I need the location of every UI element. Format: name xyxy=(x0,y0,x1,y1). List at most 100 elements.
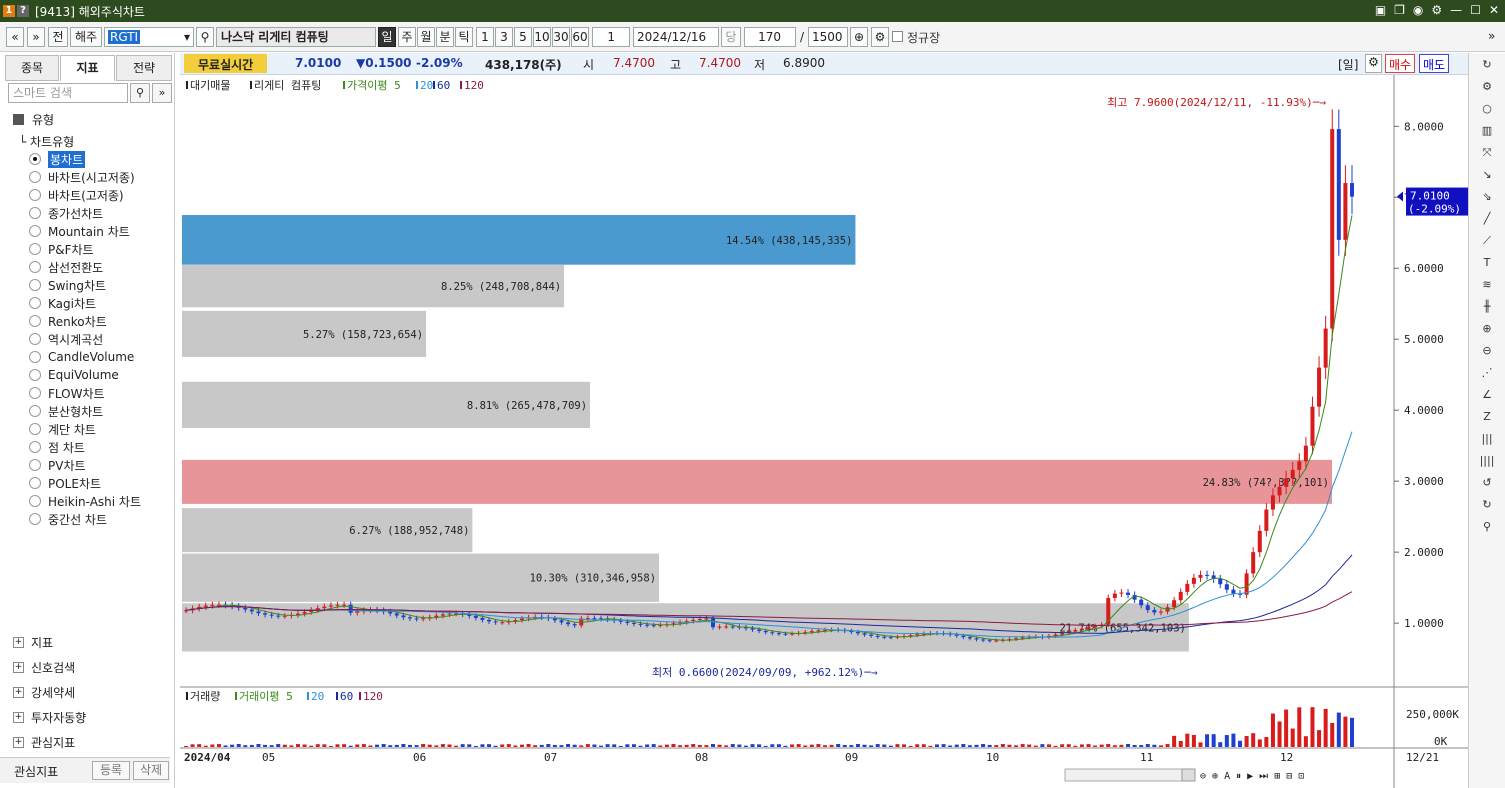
gear-icon[interactable]: ⚙ xyxy=(1431,3,1442,17)
radio-icon[interactable] xyxy=(29,459,41,471)
group-favorite-indicators[interactable]: + 관심지표 xyxy=(13,734,75,751)
zoom-out-icon[interactable]: ⊖ xyxy=(1476,341,1498,361)
angle-icon[interactable]: ∠ xyxy=(1476,385,1498,405)
more-icon[interactable]: » xyxy=(1488,29,1495,43)
line-icon[interactable]: ╱ xyxy=(1476,209,1498,229)
plus-icon[interactable]: + xyxy=(13,662,24,673)
radio-icon[interactable] xyxy=(29,477,41,489)
minimize-icon[interactable]: — xyxy=(1450,3,1462,17)
refresh-icon[interactable]: ↻ xyxy=(1476,55,1498,75)
radio-icon[interactable] xyxy=(29,495,41,507)
bar-chart-icon[interactable]: ▥ xyxy=(1476,121,1498,141)
radio-icon[interactable] xyxy=(29,333,41,345)
delete-button[interactable]: 삭제 xyxy=(133,761,169,780)
chart-type-item[interactable]: 삼선전환도 xyxy=(29,258,141,276)
interval-10[interactable]: 10 xyxy=(533,27,551,47)
candle-icon[interactable]: ╫ xyxy=(1476,297,1498,317)
interval-30[interactable]: 30 xyxy=(552,27,570,47)
tab-indicators[interactable]: 지표 xyxy=(60,55,115,81)
camera-icon[interactable]: ◉ xyxy=(1413,3,1423,17)
interval-3[interactable]: 3 xyxy=(495,27,513,47)
fib-icon[interactable]: ≋ xyxy=(1476,275,1498,295)
plus-icon[interactable]: + xyxy=(13,737,24,748)
group-investor-trend[interactable]: + 투자자동향 xyxy=(13,709,86,726)
magnifier-icon[interactable]: ⚲ xyxy=(1476,517,1498,537)
close-icon[interactable]: ✕ xyxy=(1489,3,1499,17)
register-button[interactable]: 등록 xyxy=(92,761,130,780)
chart-type-item[interactable]: 분산형차트 xyxy=(29,402,141,420)
chart-type-item[interactable]: P&F차트 xyxy=(29,240,141,258)
plus-icon[interactable]: + xyxy=(13,637,24,648)
regular-hours-checkbox[interactable] xyxy=(892,31,903,42)
help-icon[interactable]: ? xyxy=(17,5,29,17)
interval-1[interactable]: 1 xyxy=(476,27,494,47)
period-week[interactable]: 주 xyxy=(398,27,416,47)
trend-icon[interactable]: ↘ xyxy=(1476,165,1498,185)
cycle-lines-icon[interactable]: ||| xyxy=(1476,429,1498,449)
chart-type-item[interactable]: FLOW차트 xyxy=(29,384,141,402)
chart-type-item[interactable]: Renko차트 xyxy=(29,312,141,330)
text-icon[interactable]: T xyxy=(1476,253,1498,273)
chart-type-item[interactable]: 계단 차트 xyxy=(29,420,141,438)
chart-type-item[interactable]: 중간선 차트 xyxy=(29,510,141,528)
expand-icon[interactable]: » xyxy=(152,83,172,103)
max-bars-input[interactable]: 1500 xyxy=(808,27,848,47)
chart-type-item[interactable]: Kagi차트 xyxy=(29,294,141,312)
radio-icon[interactable] xyxy=(29,387,41,399)
maximize-icon[interactable]: ☐ xyxy=(1470,3,1481,17)
grid-lines-icon[interactable]: |||| xyxy=(1476,451,1498,471)
chart-type-item[interactable]: 봉차트 xyxy=(29,150,141,168)
cross-icon[interactable]: ⤧ xyxy=(1476,143,1498,163)
chart-type-item[interactable]: Swing차트 xyxy=(29,276,141,294)
gear-icon[interactable]: ⚙ xyxy=(1476,77,1498,97)
smart-search-input[interactable]: 스마트 검색 xyxy=(8,83,128,103)
tab-strategy[interactable]: 전략 xyxy=(116,55,172,81)
radio-icon[interactable] xyxy=(29,441,41,453)
section-type[interactable]: 유형 xyxy=(13,111,54,128)
radio-icon[interactable] xyxy=(29,315,41,327)
undo-icon[interactable]: ↺ xyxy=(1476,473,1498,493)
radio-icon[interactable] xyxy=(29,279,41,291)
sell-button[interactable]: 매도 xyxy=(1419,54,1450,73)
collapse-icon[interactable] xyxy=(13,114,24,125)
plus-icon[interactable]: + xyxy=(13,687,24,698)
zoom-in-icon[interactable]: ⊕ xyxy=(1476,319,1498,339)
chart-type-item[interactable]: POLE차트 xyxy=(29,474,141,492)
chart-type-item[interactable]: Mountain 차트 xyxy=(29,222,141,240)
interval-5[interactable]: 5 xyxy=(514,27,532,47)
fan-icon[interactable]: ⋰ xyxy=(1476,363,1498,383)
radio-icon[interactable] xyxy=(29,189,41,201)
chart-type-item[interactable]: 종가선차트 xyxy=(29,204,141,222)
circle-icon[interactable]: ○ xyxy=(1476,99,1498,119)
settings-icon[interactable]: ⚙ xyxy=(871,27,889,47)
chart-type-item[interactable]: PV차트 xyxy=(29,456,141,474)
next-button[interactable]: » xyxy=(27,27,45,47)
chart-type-item[interactable]: 점 차트 xyxy=(29,438,141,456)
group-strength[interactable]: + 강세약세 xyxy=(13,684,75,701)
period-tick[interactable]: 틱 xyxy=(455,27,473,47)
tab-stocks[interactable]: 종목 xyxy=(5,55,59,81)
interval-60[interactable]: 60 xyxy=(571,27,589,47)
group-indicators[interactable]: + 지표 xyxy=(13,634,53,651)
period-minute[interactable]: 분 xyxy=(436,27,454,47)
radio-icon[interactable] xyxy=(29,423,41,435)
chart-type-item[interactable]: 바차트(시고저종) xyxy=(29,168,141,186)
date-input[interactable]: 2024/12/16 xyxy=(633,27,719,47)
market-button[interactable]: 해주 xyxy=(70,27,102,47)
arrow-icon[interactable]: ⇘ xyxy=(1476,187,1498,207)
buy-button[interactable]: 매수 xyxy=(1385,54,1416,73)
symbol-input[interactable]: RGTI ▾ xyxy=(104,27,194,47)
copy-icon[interactable]: ❐ xyxy=(1394,3,1405,17)
prev-button[interactable]: « xyxy=(6,27,24,47)
price-chart[interactable]: 대기매물리게티 컴퓨팅가격이평 520601208.00007.00006.00… xyxy=(180,75,1468,788)
zigzag-icon[interactable]: Z xyxy=(1476,407,1498,427)
chart-type-item[interactable]: 역시계곡선 xyxy=(29,330,141,348)
radio-icon[interactable] xyxy=(29,243,41,255)
group-signal-search[interactable]: + 신호검색 xyxy=(13,659,75,676)
radio-icon[interactable] xyxy=(29,405,41,417)
search-icon[interactable]: ⚲ xyxy=(196,27,214,47)
layout-icon[interactable]: ▣ xyxy=(1375,3,1386,17)
radio-icon[interactable] xyxy=(29,225,41,237)
chevron-down-icon[interactable]: ▾ xyxy=(184,28,190,46)
chart-type-item[interactable]: CandleVolume xyxy=(29,348,141,366)
